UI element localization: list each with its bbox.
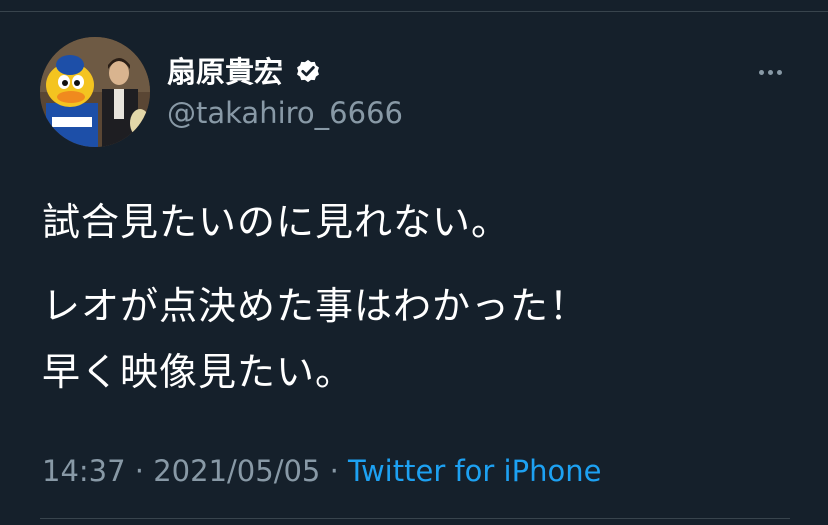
more-dot: [776, 69, 782, 75]
verified-badge-icon: [297, 59, 319, 83]
more-dot: [767, 69, 773, 75]
meta-separator: ·: [329, 454, 339, 488]
avatar-photo-icon: [40, 37, 150, 147]
tweet-date[interactable]: 2021/05/05: [153, 454, 320, 488]
meta-separator: ·: [134, 454, 145, 488]
more-options-icon[interactable]: [752, 60, 788, 84]
bottom-divider: [40, 518, 790, 519]
tweet-text-line: レオが点決めた事はわかった！: [42, 284, 589, 328]
author-avatar[interactable]: [40, 37, 150, 147]
tweet-metadata: 14:37 · 2021/05/05 · Twitter for iPhone: [42, 453, 601, 489]
top-divider: [0, 11, 828, 12]
more-dot: [758, 69, 764, 75]
display-name[interactable]: 扇原貴宏: [167, 54, 283, 90]
tweet-source-link[interactable]: Twitter for iPhone: [348, 454, 601, 488]
username[interactable]: @takahiro_6666: [167, 95, 403, 131]
tweet-text-line: 試合見たいのに見れない。: [42, 200, 511, 244]
tweet-text-line: 早く映像見たい。: [42, 350, 355, 394]
tweet-time[interactable]: 14:37: [42, 454, 126, 488]
